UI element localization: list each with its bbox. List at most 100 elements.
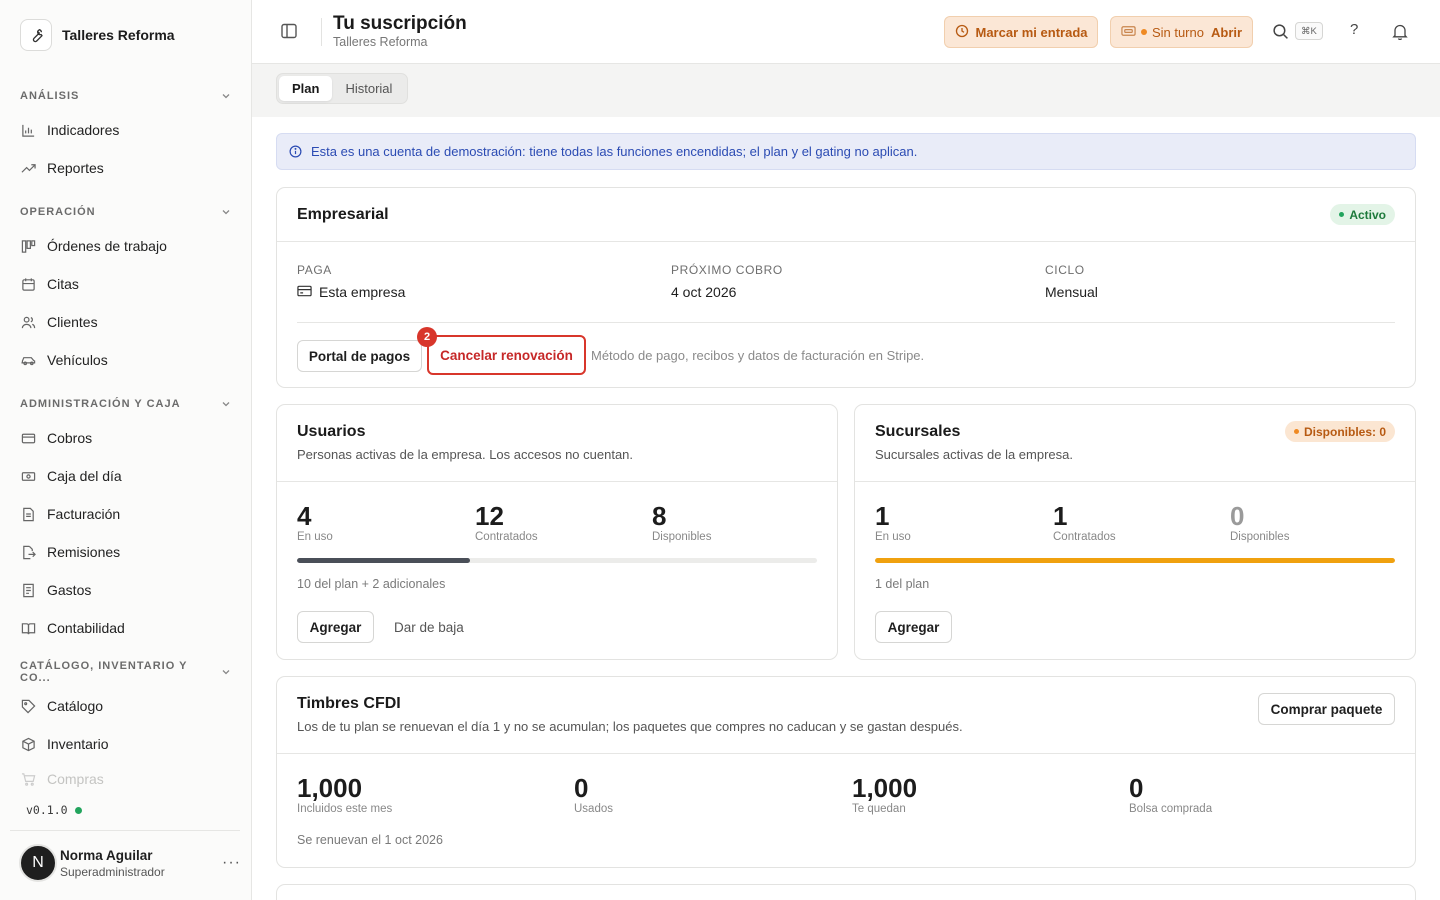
sidebar-item-contabilidad[interactable]: Contabilidad bbox=[0, 609, 251, 647]
section-header[interactable]: OPERACIÓN bbox=[0, 202, 251, 222]
badge-label: Disponibles: 0 bbox=[1303, 424, 1386, 439]
nav-section-analisis: ANÁLISIS Indicadores Reportes bbox=[0, 86, 251, 187]
payer-value: Esta empresa bbox=[319, 284, 406, 300]
sidebar-item-catalogo[interactable]: Catálogo bbox=[0, 687, 251, 725]
shift-status: Sin turno bbox=[1151, 24, 1204, 40]
stat-value: 1 bbox=[875, 501, 890, 531]
sidebar-item-gastos[interactable]: Gastos bbox=[0, 571, 251, 609]
shortcut-hint: ⌘K bbox=[1295, 22, 1323, 40]
sidebar-toggle-icon[interactable] bbox=[280, 22, 298, 43]
sidebar-item-facturacion[interactable]: Facturación bbox=[0, 495, 251, 533]
clock-in-button[interactable]: Marcar mi entrada bbox=[944, 16, 1098, 48]
stat-label: Contratados bbox=[475, 531, 538, 543]
stat-value: 0 bbox=[574, 773, 589, 803]
stat-label: Usados bbox=[574, 803, 613, 815]
version-label: v0.1.0 bbox=[26, 803, 68, 817]
kanban-icon bbox=[20, 238, 36, 254]
more-icon[interactable]: ··· bbox=[222, 854, 241, 872]
card-title: Usuarios bbox=[297, 423, 366, 440]
divider bbox=[277, 481, 837, 482]
section-header[interactable]: ADMINISTRACIÓN Y CAJA bbox=[0, 394, 251, 414]
receipt-icon bbox=[20, 582, 36, 598]
sidebar-item-clientes[interactable]: Clientes bbox=[0, 303, 251, 341]
shift-action: Abrir bbox=[1210, 24, 1243, 40]
step-badge: 2 bbox=[417, 327, 437, 347]
user-name: Norma Aguilar bbox=[60, 847, 153, 863]
card-subtitle: Sucursales activas de la empresa. bbox=[875, 447, 1073, 462]
search-icon[interactable] bbox=[1272, 23, 1289, 43]
info-icon bbox=[289, 145, 302, 158]
plan-note: 1 del plan bbox=[875, 577, 930, 591]
info-banner: Esta es una cuenta de demostración: tien… bbox=[276, 133, 1416, 170]
sidebar-item-indicadores[interactable]: Indicadores bbox=[0, 111, 251, 149]
app: Talleres Reforma ANÁLISIS Indicadores Re… bbox=[0, 0, 1440, 900]
clock-in-label: Marcar mi entrada bbox=[975, 24, 1088, 40]
tab-plan[interactable]: Plan bbox=[279, 76, 333, 101]
sidebar-item-cobros[interactable]: Cobros bbox=[0, 419, 251, 457]
sidebar: Talleres Reforma ANÁLISIS Indicadores Re… bbox=[0, 0, 252, 900]
calendar-icon bbox=[20, 276, 36, 292]
brand[interactable]: Talleres Reforma bbox=[20, 19, 175, 51]
stat-label: Disponibles bbox=[1230, 531, 1290, 543]
remove-user-button[interactable]: Dar de baja bbox=[394, 620, 464, 635]
usage-bar-fill bbox=[297, 558, 471, 563]
bell-icon[interactable] bbox=[1392, 23, 1408, 43]
sidebar-item-label: Facturación bbox=[47, 506, 121, 522]
main: Plan Historial Esta es una cuenta de dem… bbox=[252, 64, 1440, 900]
wrench-icon bbox=[20, 19, 52, 51]
stat-label: En uso bbox=[875, 531, 911, 543]
stat-value: 1,000 bbox=[852, 773, 918, 803]
sidebar-item-citas[interactable]: Citas bbox=[0, 265, 251, 303]
sidebar-item-remisiones[interactable]: Remisiones bbox=[0, 533, 251, 571]
payment-portal-button[interactable]: Portal de pagos bbox=[297, 340, 422, 372]
plan-note: 10 del plan + 2 adicionales bbox=[297, 577, 446, 591]
sidebar-item-reportes[interactable]: Reportes bbox=[0, 149, 251, 187]
sidebar-item-inventario[interactable]: Inventario bbox=[0, 725, 251, 763]
avatar: N bbox=[19, 844, 57, 882]
user-menu[interactable]: N Norma Aguilar Superadministrador ··· bbox=[19, 843, 241, 883]
stat-value: 12 bbox=[475, 501, 504, 531]
stat-label: En uso bbox=[297, 531, 333, 543]
field-label: PAGA bbox=[297, 263, 332, 277]
content: Esta es una cuenta de demostración: tien… bbox=[252, 117, 1440, 900]
add-branch-button[interactable]: Agregar bbox=[875, 611, 952, 643]
cancel-renewal-button[interactable]: Cancelar renovación bbox=[427, 335, 586, 375]
cash-icon bbox=[20, 468, 36, 484]
branches-card: Sucursales Disponibles: 0 Sucursales act… bbox=[854, 404, 1416, 660]
sidebar-item-compras[interactable]: Compras bbox=[0, 763, 251, 795]
tab-historial[interactable]: Historial bbox=[332, 76, 405, 101]
section-title: ADMINISTRACIÓN Y CAJA bbox=[20, 398, 181, 410]
sidebar-item-ordenes[interactable]: Órdenes de trabajo bbox=[0, 227, 251, 265]
clock-icon bbox=[955, 24, 969, 41]
car-icon bbox=[20, 352, 36, 368]
chevron-down-icon bbox=[221, 91, 231, 101]
nav-section-admin: ADMINISTRACIÓN Y CAJA Cobros Caja del dí… bbox=[0, 394, 251, 647]
section-header[interactable]: CATÁLOGO, INVENTARIO Y CO... bbox=[0, 660, 251, 684]
card-subtitle: Personas activas de la empresa. Los acce… bbox=[297, 447, 634, 462]
card-subtitle: Los de tu plan se renuevan el día 1 y no… bbox=[297, 719, 963, 734]
card-title: Timbres CFDI bbox=[297, 695, 401, 712]
stat-value: 8 bbox=[652, 501, 667, 531]
section-header[interactable]: ANÁLISIS bbox=[0, 86, 251, 106]
available-badge: Disponibles: 0 bbox=[1284, 421, 1395, 442]
section-title: OPERACIÓN bbox=[20, 206, 96, 218]
brand-name: Talleres Reforma bbox=[62, 27, 175, 43]
chevron-down-icon bbox=[221, 399, 231, 409]
sidebar-item-vehiculos[interactable]: Vehículos bbox=[0, 341, 251, 379]
sidebar-item-label: Catálogo bbox=[47, 698, 104, 714]
field-label: CICLO bbox=[1045, 263, 1085, 277]
buy-package-button[interactable]: Comprar paquete bbox=[1258, 693, 1395, 725]
stat-value: 0 bbox=[1129, 773, 1144, 803]
register-icon bbox=[1121, 25, 1136, 40]
sidebar-item-caja[interactable]: Caja del día bbox=[0, 457, 251, 495]
help-icon[interactable]: ? bbox=[1350, 21, 1358, 38]
add-user-button[interactable]: Agregar bbox=[297, 611, 374, 643]
bar-chart-icon bbox=[20, 122, 36, 138]
stat-label: Te quedan bbox=[852, 803, 906, 815]
page-title: Tu suscripción bbox=[333, 13, 467, 34]
sidebar-item-label: Compras bbox=[47, 771, 104, 787]
shift-button[interactable]: Sin turno Abrir bbox=[1110, 16, 1253, 48]
users-icon bbox=[20, 314, 36, 330]
sidebar-item-label: Citas bbox=[47, 276, 79, 292]
status-dot-icon bbox=[1293, 429, 1299, 434]
